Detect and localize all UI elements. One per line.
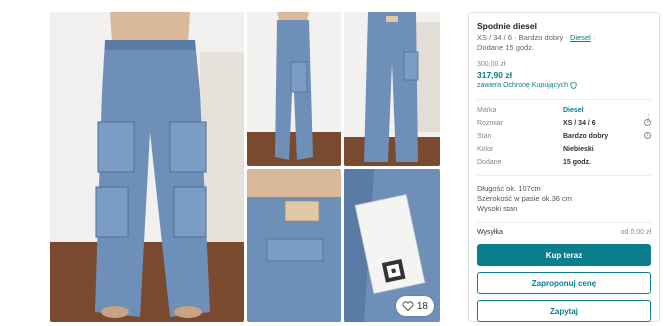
info-icon[interactable]: i xyxy=(644,119,651,126)
detail-row-size: Rozmiar XS / 34 / 6 i xyxy=(477,117,651,130)
info-icon[interactable]: i xyxy=(644,132,651,139)
detail-value-brand[interactable]: Diesel xyxy=(563,107,584,114)
detail-value-condition: Bardzo dobry xyxy=(563,133,609,140)
item-details: Marka Diesel Rozmiar XS / 34 / 6 i Stan … xyxy=(477,99,651,169)
detail-value-size: XS / 34 / 6 xyxy=(563,120,596,127)
description-line: Szerokość w pasie ok.36 cm xyxy=(477,194,573,203)
detail-row-brand: Marka Diesel xyxy=(477,104,651,117)
detail-row-color: Kolor Niebieski xyxy=(477,143,651,156)
shield-icon xyxy=(570,82,577,89)
description-line: Długość ok. 107cm xyxy=(477,184,541,193)
upload-time: Dodane 15 godz. xyxy=(477,43,535,52)
shipping-row: Wysyłka od 0,00 zł xyxy=(477,222,651,236)
detail-label: Stan xyxy=(477,133,492,140)
protection-text: zawiera Ochronę Kupujących xyxy=(477,82,569,89)
detail-value-color: Niebieski xyxy=(563,146,594,153)
photo-gallery: 18 xyxy=(0,0,460,326)
make-offer-button[interactable]: Zaproponuj cenę xyxy=(477,272,651,294)
item-title: Spodnie diesel xyxy=(477,21,537,31)
favorite-button[interactable]: 18 xyxy=(395,296,434,316)
buy-now-button[interactable]: Kup teraz xyxy=(477,244,651,266)
photo-2[interactable] xyxy=(247,12,341,166)
description-line: Wysoki stan xyxy=(477,204,518,213)
brand-link[interactable]: Diesel xyxy=(570,33,591,42)
detail-row-uploaded: Dodane 15 godz. xyxy=(477,156,651,169)
detail-row-condition: Stan Bardzo dobry i xyxy=(477,130,651,143)
detail-value-uploaded: 15 godz. xyxy=(563,159,592,166)
photo-3[interactable] xyxy=(344,12,440,166)
detail-label: Kolor xyxy=(477,146,494,153)
ask-seller-button[interactable]: Zapytaj xyxy=(477,300,651,322)
main-photo[interactable] xyxy=(50,12,244,322)
photo-5[interactable]: 18 xyxy=(344,169,440,322)
shipping-price: od 0,00 zł xyxy=(620,229,651,236)
item-description: Długość ok. 107cm Szerokość w pasie ok.3… xyxy=(477,175,651,214)
favorite-count: 18 xyxy=(416,300,428,312)
item-summary-text: XS / 34 / 6 · Bardzo dobry · xyxy=(477,33,570,42)
photo-4[interactable] xyxy=(247,169,341,322)
shipping-label: Wysyłka xyxy=(477,229,503,236)
listing-panel: Spodnie diesel XS / 34 / 6 · Bardzo dobr… xyxy=(468,12,660,322)
price-with-protection[interactable]: 317,90 zł xyxy=(477,70,651,80)
price-original: 300,00 zł xyxy=(477,61,506,68)
heart-icon xyxy=(402,301,414,312)
buyer-protection-link[interactable]: zawiera Ochronę Kupujących xyxy=(477,82,651,89)
detail-label: Rozmiar xyxy=(477,120,504,127)
item-summary: XS / 34 / 6 · Bardzo dobry · Diesel · xyxy=(477,33,651,43)
detail-label: Dodane xyxy=(477,159,502,166)
detail-label: Marka xyxy=(477,107,497,114)
item-summary-tail: · xyxy=(590,33,596,42)
